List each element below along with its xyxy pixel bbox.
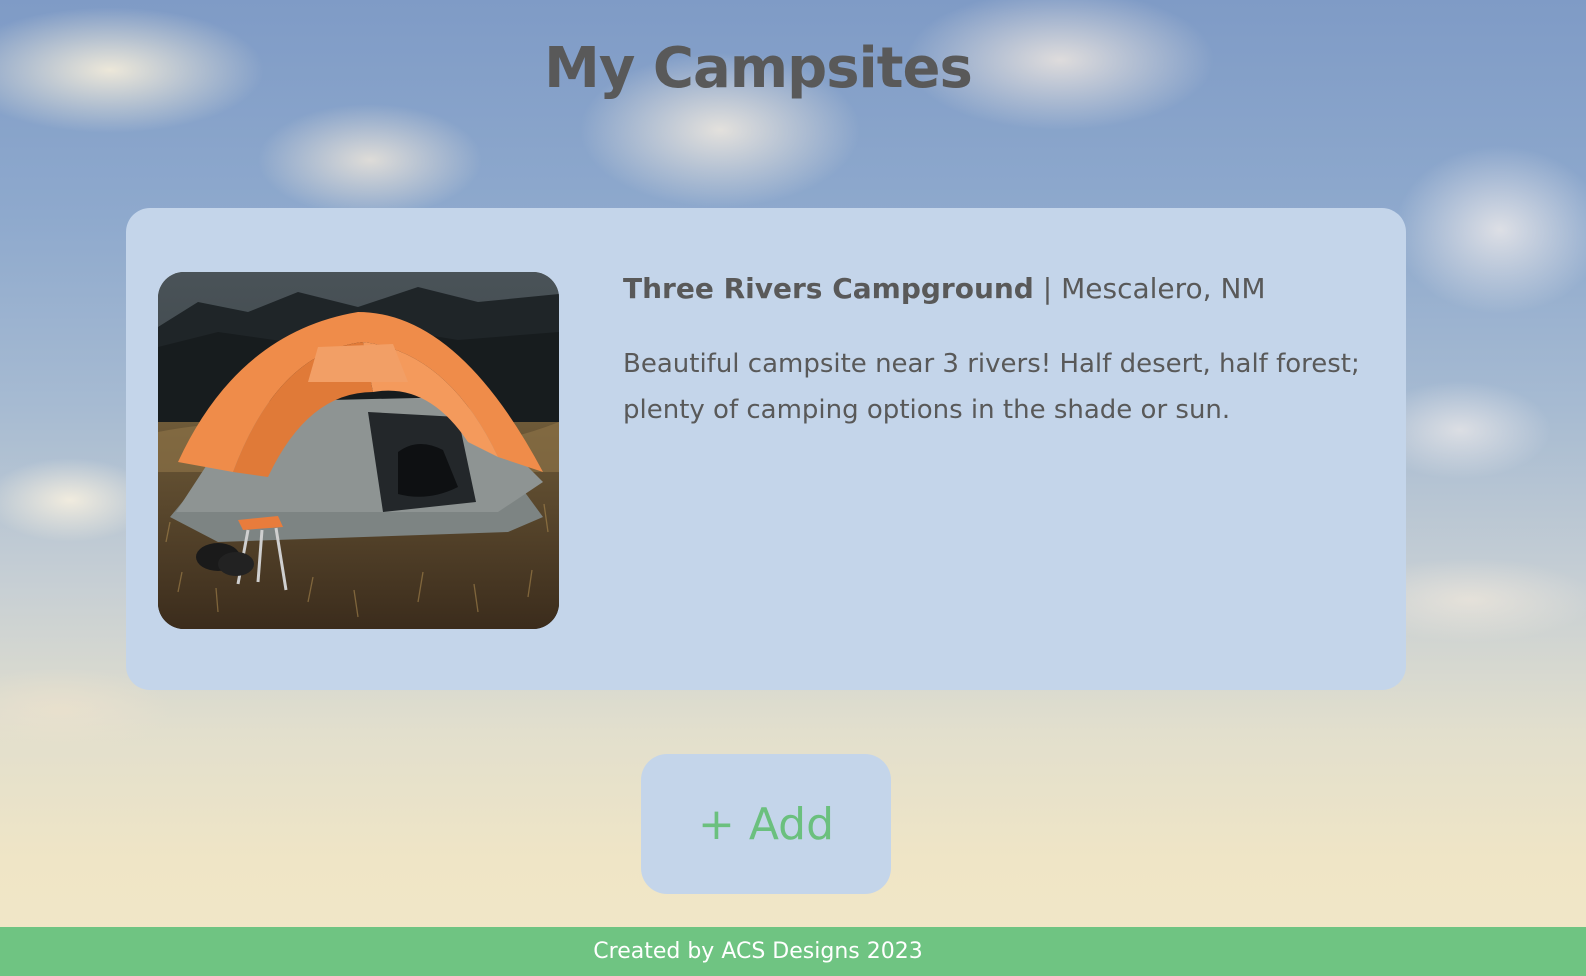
campsite-photo [158,272,559,629]
campsite-name[interactable]: Three Rivers Campground [623,272,1034,305]
page-title: My Campsites [544,36,973,101]
heading-separator: | [1042,272,1053,305]
site-footer: Created by ACS Designs 2023 [0,927,1586,976]
campsite-info: Three Rivers Campground | Mescalero, NM … [623,272,1363,433]
footer-credit: Created by ACS Designs 2023 [593,939,923,964]
add-campsite-button[interactable]: + Add [641,754,891,894]
campsite-description: Beautiful campsite near 3 rivers! Half d… [623,349,1360,425]
campsite-location: Mescalero, NM [1061,272,1266,305]
campsite-heading: Three Rivers Campground | Mescalero, NM [623,272,1363,305]
tent-photo-icon [158,272,559,629]
campsite-card[interactable]: Three Rivers Campground | Mescalero, NM … [126,208,1406,690]
